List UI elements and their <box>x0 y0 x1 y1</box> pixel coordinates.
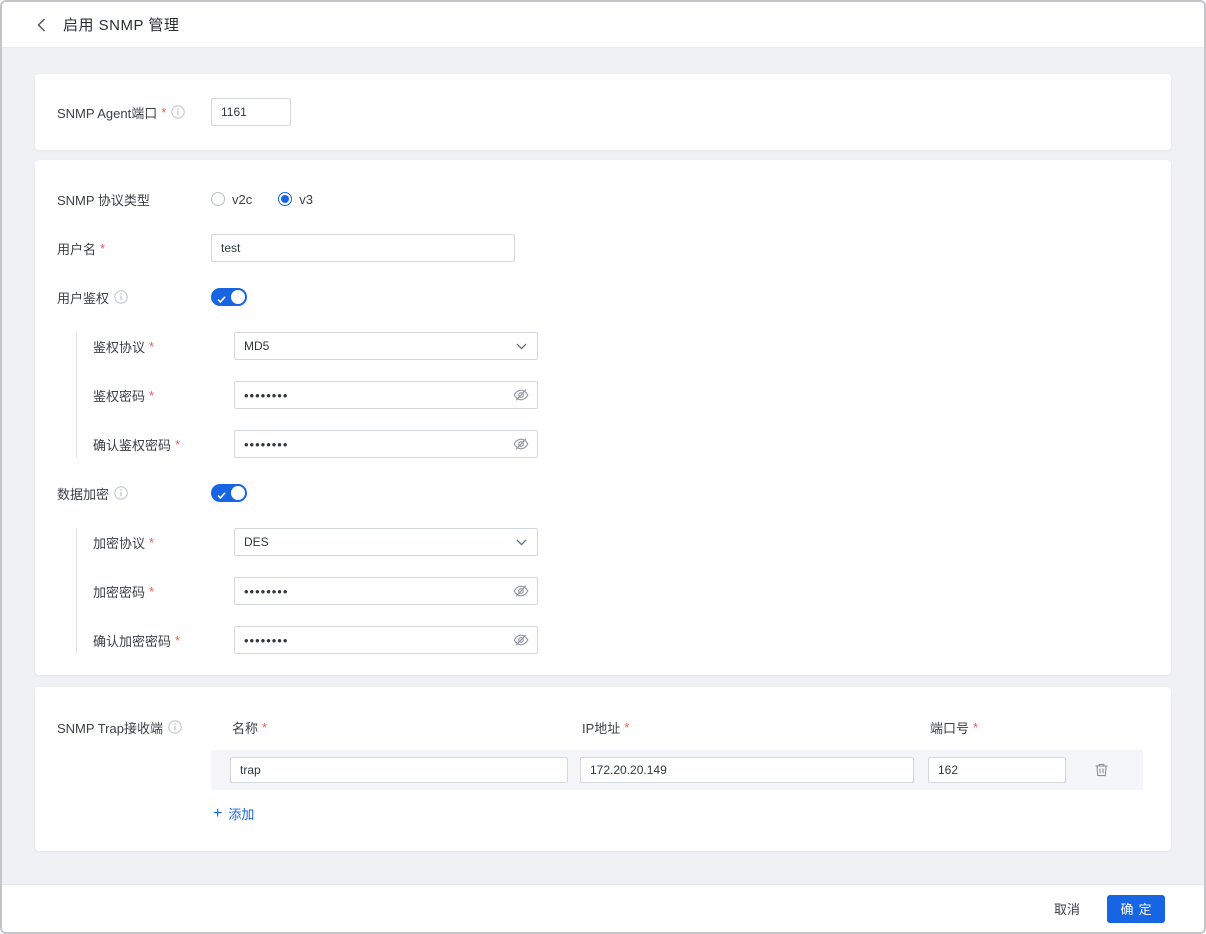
back-button[interactable] <box>33 17 49 33</box>
required-asterisk: * <box>624 719 630 735</box>
snmp-v3-card: SNMP 协议类型 v2c v3 用户名 * test 用户鉴权 鉴权协议 * … <box>35 160 1171 675</box>
agent-port-label: SNMP Agent端口 * <box>57 103 211 122</box>
auth-toggle-switch[interactable] <box>211 288 247 306</box>
eye-off-icon[interactable] <box>513 632 529 648</box>
trap-ip-input[interactable] <box>580 757 914 783</box>
encrypt-password-label: 加密密码 * <box>93 583 155 600</box>
encrypt-protocol-select[interactable]: DES <box>234 528 538 556</box>
required-asterisk: * <box>175 632 181 648</box>
agent-port-row: SNMP Agent端口 * <box>57 98 1171 126</box>
required-asterisk: * <box>100 240 106 256</box>
chevron-down-icon <box>516 539 527 546</box>
protocol-type-label: SNMP 协议类型 <box>57 192 150 208</box>
auth-protocol-value: MD5 <box>244 339 270 353</box>
eye-off-icon[interactable] <box>513 583 529 599</box>
encrypt-toggle-switch[interactable] <box>211 484 247 502</box>
encrypt-toggle-row: 数据加密 <box>57 479 1171 507</box>
username-row: 用户名 * <box>57 234 1171 262</box>
page-header: 启用 SNMP 管理 <box>2 2 1204 48</box>
username-input[interactable] <box>211 234 515 262</box>
encrypt-password-input[interactable] <box>234 577 538 605</box>
check-icon <box>217 291 226 309</box>
required-asterisk: * <box>262 719 268 735</box>
main-content: SNMP Agent端口 * SNMP 协议类型 <box>2 48 1204 884</box>
confirm-button[interactable]: 确定 <box>1107 894 1165 923</box>
add-receiver-label: 添加 <box>228 807 255 822</box>
auth-password-label: 鉴权密码 * <box>93 387 155 404</box>
auth-confirm-input[interactable] <box>234 430 538 458</box>
auth-toggle-label: 用户鉴权 <box>57 288 211 307</box>
page-footer: 取消 确定 <box>2 884 1204 932</box>
trap-section-label: SNMP Trap接收端 <box>57 713 211 741</box>
trap-port-input[interactable] <box>928 757 1066 783</box>
radio-v3-label: v3 <box>299 191 313 207</box>
trap-name-input[interactable] <box>230 757 568 783</box>
encrypt-protocol-label: 加密协议 * <box>93 534 155 551</box>
chevron-left-icon <box>36 17 45 32</box>
required-asterisk: * <box>973 719 979 735</box>
auth-protocol-label: 鉴权协议 * <box>93 338 155 355</box>
radio-v3-circle[interactable] <box>278 192 293 206</box>
page-title: 启用 SNMP 管理 <box>63 17 180 34</box>
required-asterisk: * <box>149 387 155 403</box>
encrypt-protocol-value: DES <box>244 535 269 549</box>
snmp-management-page: 启用 SNMP 管理 SNMP Agent端口 * 1161 SNMP 协议类型… <box>0 0 1206 934</box>
info-icon[interactable] <box>171 105 186 119</box>
info-icon[interactable] <box>114 290 128 304</box>
encrypt-toggle-label: 数据加密 <box>57 484 211 503</box>
protocol-type-row: SNMP 协议类型 v2c v3 <box>57 185 1171 213</box>
required-asterisk: * <box>161 104 167 120</box>
trap-receiver-row <box>211 750 1143 790</box>
delete-row-button[interactable] <box>1094 762 1109 778</box>
trap-receiver-card: SNMP Trap接收端 名称 * IP地址 * 端口号 * trap 172.… <box>35 687 1171 851</box>
info-icon[interactable] <box>114 486 128 500</box>
info-icon[interactable] <box>168 720 182 734</box>
column-header-name: 名称 * <box>232 719 268 736</box>
plus-icon: + <box>213 804 223 822</box>
auth-confirm-label: 确认鉴权密码 * <box>93 436 181 453</box>
column-header-ip: IP地址 * <box>582 719 630 736</box>
agent-port-input[interactable] <box>211 98 291 126</box>
encrypt-confirm-row: 确认加密密码 * <box>77 626 1171 654</box>
encrypt-password-row: 加密密码 * <box>77 577 1171 605</box>
auth-password-input[interactable] <box>234 381 538 409</box>
radio-v2c-circle[interactable] <box>211 192 225 206</box>
trap-table: 名称 * IP地址 * 端口号 * trap 172.20.20.149 162… <box>211 713 1147 823</box>
cancel-button[interactable]: 取消 <box>1046 893 1088 924</box>
radio-option-v2c[interactable]: v2c <box>211 192 252 207</box>
check-icon <box>217 487 226 505</box>
trap-table-header: 名称 * IP地址 * 端口号 * <box>211 713 1147 741</box>
toggle-knob <box>231 290 245 304</box>
eye-off-icon[interactable] <box>513 387 529 403</box>
auth-toggle-row: 用户鉴权 <box>57 283 1171 311</box>
required-asterisk: * <box>175 436 181 452</box>
required-asterisk: * <box>149 338 155 354</box>
radio-v2c-label: v2c <box>232 191 253 207</box>
auth-protocol-row: 鉴权协议 * MD5 <box>77 332 1171 360</box>
required-asterisk: * <box>149 583 155 599</box>
username-label: 用户名 * <box>57 240 106 257</box>
auth-settings-group: 鉴权协议 * MD5 鉴权密码 * •••••••• 确认鉴权密码 * ••••… <box>76 332 1171 458</box>
trash-icon <box>1095 763 1108 777</box>
encrypt-protocol-row: 加密协议 * DES <box>77 528 1171 556</box>
encrypt-confirm-input[interactable] <box>234 626 538 654</box>
auth-protocol-select[interactable]: MD5 <box>234 332 538 360</box>
chevron-down-icon <box>516 343 527 350</box>
column-header-port: 端口号 * <box>930 719 979 736</box>
auth-confirm-row: 确认鉴权密码 * <box>77 430 1171 458</box>
toggle-knob <box>231 486 245 500</box>
eye-off-icon[interactable] <box>513 436 529 452</box>
add-receiver-button[interactable]: + 添加 <box>211 804 254 823</box>
required-asterisk: * <box>149 534 155 550</box>
encrypt-confirm-label: 确认加密密码 * <box>93 632 181 649</box>
auth-password-row: 鉴权密码 * <box>77 381 1171 409</box>
encrypt-settings-group: 加密协议 * DES 加密密码 * •••••••• 确认加密密码 * ••••… <box>76 528 1171 654</box>
agent-port-card: SNMP Agent端口 * <box>35 74 1171 150</box>
protocol-radio-group: v2c v3 <box>211 192 313 207</box>
radio-option-v3[interactable]: v3 <box>278 192 313 207</box>
